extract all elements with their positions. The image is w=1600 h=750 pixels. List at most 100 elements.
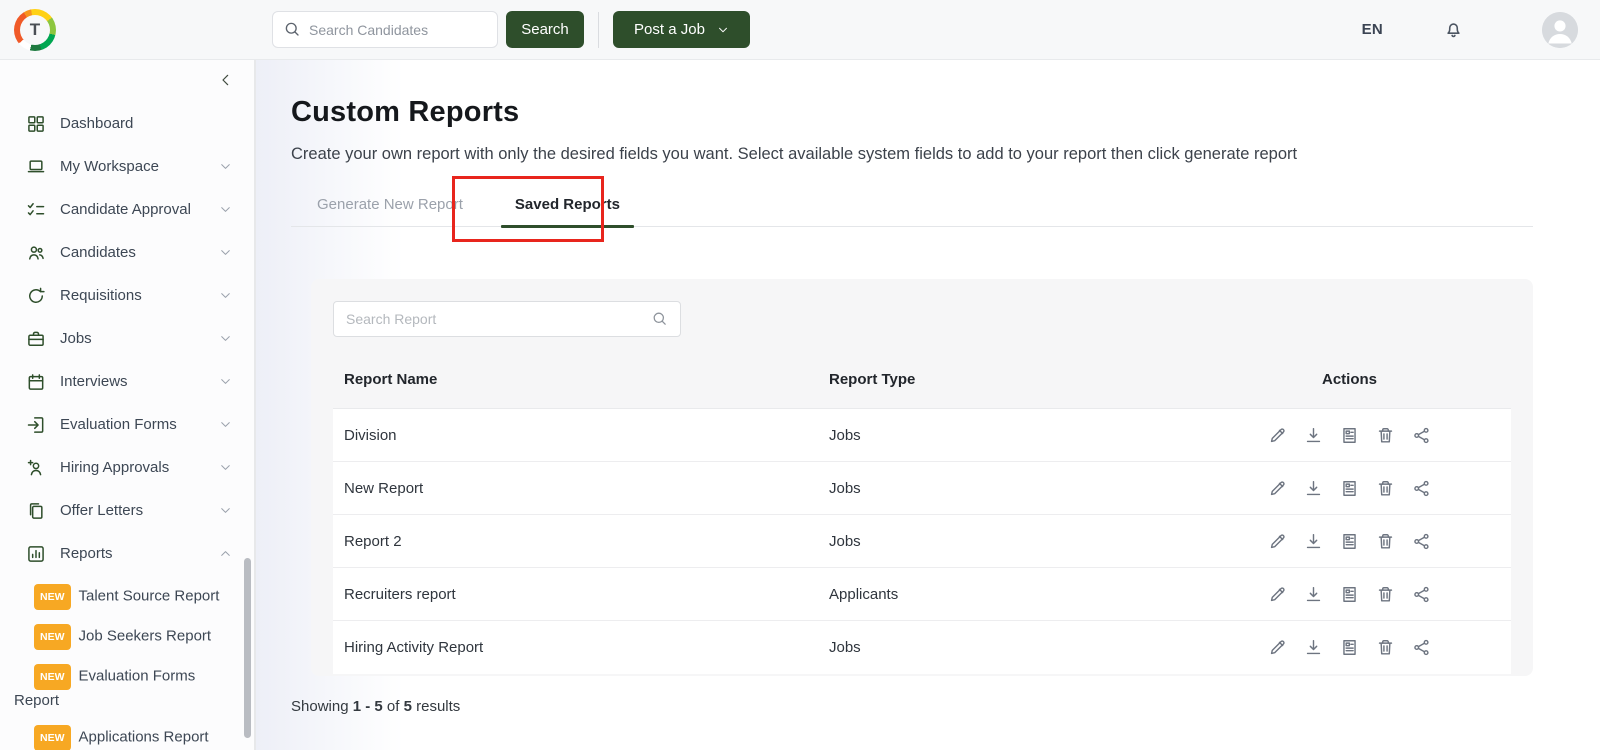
notifications-bell-icon[interactable]	[1443, 19, 1464, 40]
download-icon[interactable]	[1304, 532, 1323, 551]
page-subtitle: Create your own report with only the des…	[291, 145, 1533, 164]
report-name-cell: Division	[344, 427, 829, 444]
chevron-down-icon	[219, 418, 232, 431]
subitem-label: Applications Report	[79, 729, 209, 746]
reports-submenu: NEWTalent Source Report NEW Job Seekers R…	[0, 575, 254, 750]
download-icon[interactable]	[1304, 638, 1323, 657]
download-icon[interactable]	[1304, 426, 1323, 445]
edit-icon[interactable]	[1268, 638, 1287, 657]
calendar-icon	[26, 372, 46, 392]
delete-icon[interactable]	[1376, 638, 1395, 657]
column-header-report-name: Report Name	[344, 371, 829, 388]
edit-icon[interactable]	[1268, 479, 1287, 498]
tab-saved-reports[interactable]: Saved Reports	[489, 188, 646, 226]
sidebar-item-evaluation-forms-report[interactable]: NEWEvaluation Forms Report	[14, 657, 244, 718]
user-avatar[interactable]	[1542, 12, 1578, 48]
column-header-report-type: Report Type	[829, 371, 1259, 388]
app-logo[interactable]: T	[14, 9, 56, 51]
share-icon[interactable]	[1412, 585, 1431, 604]
avatar-silhouette-icon	[1542, 12, 1578, 48]
sidebar-scrollbar[interactable]	[244, 558, 251, 738]
sidebar-item-label: Evaluation Forms	[60, 416, 177, 433]
table-row: Recruiters report Applicants	[333, 568, 1511, 621]
sidebar-item-label: Candidate Approval	[60, 201, 191, 218]
sidebar-item-jobs[interactable]: Jobs	[0, 317, 254, 360]
new-badge: NEW	[34, 725, 71, 750]
edit-icon[interactable]	[1268, 532, 1287, 551]
table-row: New Report Jobs	[333, 462, 1511, 515]
report-name-cell: Recruiters report	[344, 586, 829, 603]
candidate-search-input[interactable]	[272, 11, 498, 48]
sidebar-item-candidate-approval[interactable]: Candidate Approval	[0, 188, 254, 231]
sidebar-item-label: Jobs	[60, 330, 92, 347]
post-a-job-button[interactable]: Post a Job	[613, 11, 750, 48]
report-name-cell: Report 2	[344, 533, 829, 550]
share-icon[interactable]	[1412, 479, 1431, 498]
view-report-icon[interactable]	[1340, 426, 1359, 445]
sidebar-item-talent-source-report[interactable]: NEWTalent Source Report	[14, 577, 244, 617]
table-row: Report 2 Jobs	[333, 515, 1511, 568]
results-total: 5	[404, 698, 412, 715]
chevron-up-icon	[219, 547, 232, 560]
view-report-icon[interactable]	[1340, 638, 1359, 657]
sidebar-item-dashboard[interactable]: Dashboard	[0, 102, 254, 145]
chevron-down-icon	[219, 332, 232, 345]
saved-reports-panel: Report Name Report Type Actions Division…	[311, 279, 1533, 676]
table-row: Division Jobs	[333, 409, 1511, 462]
sidebar-item-reports[interactable]: Reports	[0, 532, 254, 575]
share-icon[interactable]	[1412, 426, 1431, 445]
sidebar-item-job-seekers-report[interactable]: NEW Job Seekers Report	[14, 617, 244, 657]
sidebar-item-evaluation-forms[interactable]: Evaluation Forms	[0, 403, 254, 446]
sidebar-collapse-icon[interactable]	[218, 72, 234, 88]
report-name-cell: New Report	[344, 480, 829, 497]
search-icon[interactable]	[651, 310, 668, 327]
chevron-down-icon	[219, 504, 232, 517]
sidebar-item-applications-report[interactable]: NEW Applications Report	[14, 718, 244, 750]
delete-icon[interactable]	[1376, 426, 1395, 445]
new-badge: NEW	[34, 584, 71, 610]
delete-icon[interactable]	[1376, 585, 1395, 604]
sidebar-item-candidates[interactable]: Candidates	[0, 231, 254, 274]
view-report-icon[interactable]	[1340, 585, 1359, 604]
sidebar: Dashboard My Workspace Candidate Approva…	[0, 60, 256, 750]
report-search-input[interactable]	[333, 301, 681, 337]
person-add-icon	[26, 458, 46, 478]
people-icon	[26, 243, 46, 263]
chevron-down-icon	[717, 24, 729, 36]
laptop-icon	[26, 157, 46, 177]
refresh-icon	[26, 286, 46, 306]
sidebar-item-hiring-approvals[interactable]: Hiring Approvals	[0, 446, 254, 489]
new-badge: NEW	[34, 624, 71, 650]
download-icon[interactable]	[1304, 479, 1323, 498]
sidebar-item-label: Candidates	[60, 244, 136, 261]
main-content: Custom Reports Create your own report wi…	[256, 60, 1600, 750]
report-type-cell: Jobs	[829, 639, 1259, 656]
topbar: T Search Post a Job EN	[0, 0, 1600, 60]
delete-icon[interactable]	[1376, 479, 1395, 498]
sidebar-item-label: Requisitions	[60, 287, 142, 304]
sidebar-item-label: Interviews	[60, 373, 128, 390]
share-icon[interactable]	[1412, 638, 1431, 657]
delete-icon[interactable]	[1376, 532, 1395, 551]
view-report-icon[interactable]	[1340, 532, 1359, 551]
download-icon[interactable]	[1304, 585, 1323, 604]
sidebar-item-offer-letters[interactable]: Offer Letters	[0, 489, 254, 532]
edit-icon[interactable]	[1268, 585, 1287, 604]
report-name-cell: Hiring Activity Report	[344, 639, 829, 656]
sidebar-item-interviews[interactable]: Interviews	[0, 360, 254, 403]
results-range: 1 - 5	[353, 698, 383, 715]
sidebar-item-my-workspace[interactable]: My Workspace	[0, 145, 254, 188]
edit-icon[interactable]	[1268, 426, 1287, 445]
chevron-down-icon	[219, 160, 232, 173]
new-badge: NEW	[34, 664, 71, 690]
report-type-cell: Jobs	[829, 480, 1259, 497]
language-selector[interactable]: EN	[1362, 21, 1383, 38]
column-header-actions: Actions	[1259, 371, 1500, 388]
sidebar-item-requisitions[interactable]: Requisitions	[0, 274, 254, 317]
subitem-label: Job Seekers Report	[79, 628, 212, 645]
tab-generate-new-report[interactable]: Generate New Report	[291, 188, 489, 226]
search-button[interactable]: Search	[506, 11, 584, 48]
share-icon[interactable]	[1412, 532, 1431, 551]
chevron-down-icon	[219, 289, 232, 302]
view-report-icon[interactable]	[1340, 479, 1359, 498]
